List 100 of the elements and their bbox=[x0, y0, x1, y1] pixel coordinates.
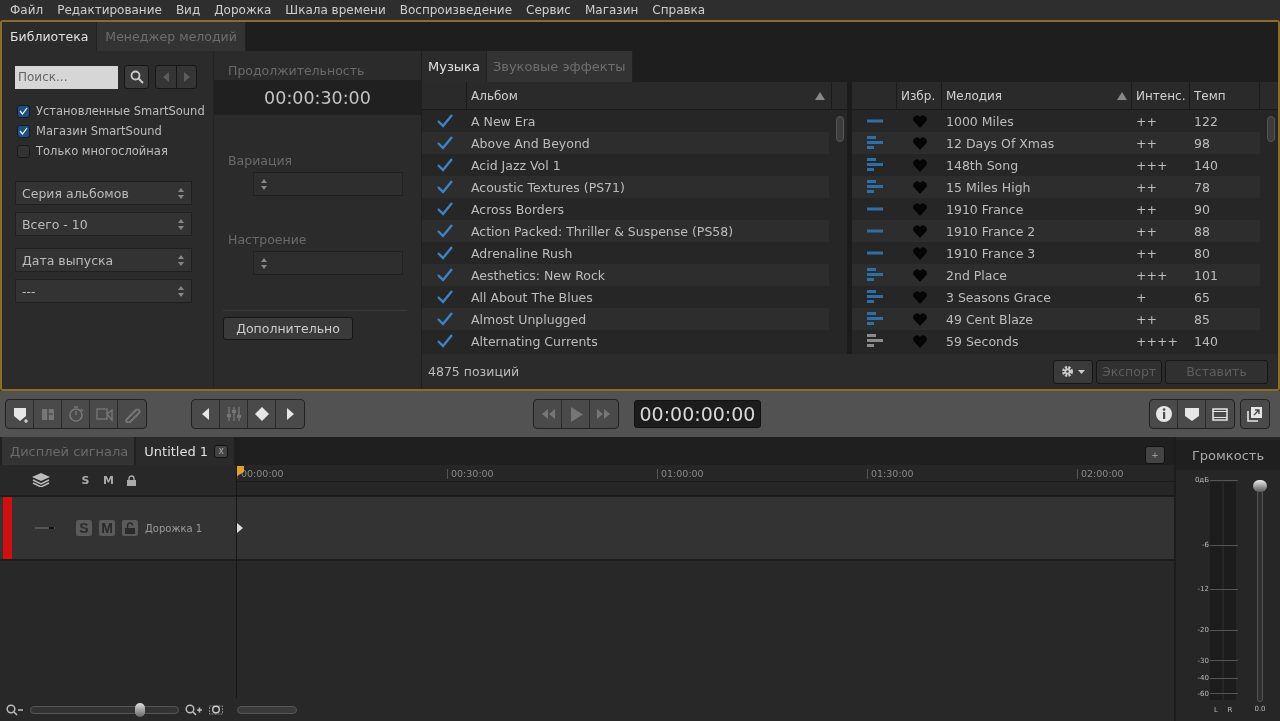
lock-button[interactable] bbox=[122, 520, 138, 536]
close-button[interactable]: x bbox=[214, 444, 229, 458]
marker-icon bbox=[1182, 405, 1201, 423]
spinner-arrows-icon bbox=[260, 177, 268, 191]
checkmark-icon bbox=[436, 312, 453, 326]
album-name[interactable]: Adrenaline Rush bbox=[467, 245, 577, 261]
intensity-cell-text: ++ bbox=[1135, 223, 1158, 239]
tempo-cell-text: 88 bbox=[1193, 223, 1211, 239]
search-icon bbox=[129, 70, 144, 84]
scrollbar-thumb[interactable] bbox=[1267, 116, 1275, 142]
melody-title[interactable]: 1000 Miles bbox=[942, 113, 1132, 129]
intensity-cell-text: + bbox=[1135, 289, 1148, 305]
info-icon bbox=[1154, 405, 1173, 423]
checkmark-icon bbox=[436, 158, 453, 172]
tempo-cell-text: 85 bbox=[1193, 311, 1211, 327]
menu-item[interactable]: Вид bbox=[168, 3, 208, 17]
spinner-arrows-icon bbox=[260, 256, 268, 270]
album-name[interactable]: Across Borders bbox=[467, 201, 569, 217]
spinner-arrows-icon bbox=[177, 186, 185, 200]
menu-item[interactable]: Сервис bbox=[519, 3, 578, 17]
menu-item[interactable]: Дорожка bbox=[207, 3, 279, 17]
zoom-fit-icon[interactable] bbox=[209, 703, 223, 716]
melody-title[interactable]: 2nd Place bbox=[942, 267, 1132, 283]
melody-title[interactable]: 12 Days Of Xmas bbox=[942, 135, 1132, 151]
settings-button[interactable] bbox=[1053, 359, 1093, 384]
spinner-arrows-icon bbox=[177, 253, 185, 267]
right-arrow-icon bbox=[183, 72, 190, 82]
timecode-display: 00:00:00:00 bbox=[634, 400, 761, 428]
zoom-slider[interactable] bbox=[30, 705, 179, 714]
melody-title[interactable]: 1910 France 3 bbox=[942, 245, 1132, 261]
solo-label: S bbox=[80, 473, 91, 487]
unlock-icon bbox=[125, 522, 135, 534]
panel-title: Громкость bbox=[1176, 440, 1280, 470]
checkmark-icon bbox=[436, 290, 453, 304]
dropdown[interactable]: Серия альбомов bbox=[15, 181, 192, 205]
field-label: Вариация bbox=[227, 153, 294, 168]
link-icon bbox=[123, 405, 141, 423]
ruler-label: 01:00:00 bbox=[657, 469, 867, 479]
checkbox[interactable] bbox=[17, 124, 30, 138]
album-name[interactable]: Alternating Currents bbox=[467, 333, 602, 349]
album-name[interactable]: All About The Blues bbox=[467, 289, 597, 305]
checkbox-label: Только многослойная bbox=[36, 144, 168, 158]
menu-item[interactable]: Справка bbox=[645, 3, 713, 17]
video-camera-icon bbox=[94, 405, 113, 423]
melody-title[interactable]: 1910 France bbox=[942, 201, 1132, 217]
sort-arrow-icon bbox=[815, 91, 825, 100]
checkbox[interactable] bbox=[17, 104, 30, 118]
dropdown[interactable]: Всего - 10 bbox=[15, 212, 192, 236]
menu-item[interactable]: Редактирование bbox=[50, 3, 169, 17]
menu-item[interactable]: Шкала времени bbox=[278, 3, 393, 17]
scrollbar[interactable] bbox=[237, 705, 297, 714]
checkmark-icon bbox=[436, 114, 453, 128]
column-header[interactable]: Темп bbox=[1190, 82, 1260, 109]
more-button[interactable]: Дополнительно bbox=[223, 317, 353, 340]
zoom-in-icon[interactable] bbox=[185, 703, 203, 716]
album-name[interactable]: A New Era bbox=[467, 113, 540, 129]
intensity-cell-text: ++++ bbox=[1135, 333, 1179, 349]
duration-display: 00:00:30:00 bbox=[214, 80, 421, 115]
menu-item[interactable]: Файл bbox=[3, 3, 51, 17]
zoom-out-icon[interactable] bbox=[6, 703, 24, 716]
volume-slider[interactable] bbox=[1253, 480, 1267, 702]
column-header[interactable]: Интенс. bbox=[1132, 82, 1190, 109]
intensity-cell-text: ++ bbox=[1135, 179, 1158, 195]
intensity-cell-text: +++ bbox=[1135, 267, 1169, 283]
intensity-cell-text: ++ bbox=[1135, 311, 1158, 327]
dropdown[interactable]: Дата выпуска bbox=[15, 248, 192, 272]
spinner-arrows-icon bbox=[177, 217, 185, 231]
melody-title[interactable]: 49 Cent Blaze bbox=[942, 311, 1132, 327]
melody-title[interactable]: 1910 France 2 bbox=[942, 223, 1132, 239]
panel-tab[interactable]: Библиотека bbox=[2, 22, 98, 51]
tempo-cell-text: 78 bbox=[1193, 179, 1211, 195]
column-header[interactable]: Мелодия bbox=[942, 82, 1132, 109]
checkbox[interactable] bbox=[17, 144, 30, 158]
checkmark-icon bbox=[436, 180, 453, 194]
menu-item[interactable]: Магазин bbox=[577, 3, 646, 17]
dropdown[interactable]: --- bbox=[15, 279, 192, 303]
slider-thumb[interactable] bbox=[134, 702, 145, 717]
melody-title[interactable]: 148th Song bbox=[942, 157, 1132, 173]
melody-title[interactable]: 15 Miles High bbox=[942, 179, 1132, 195]
scrollbar-thumb[interactable] bbox=[836, 116, 844, 142]
melody-title[interactable]: 59 Seconds bbox=[942, 333, 1132, 349]
timeline-tab[interactable]: Untitled 1 x bbox=[136, 437, 235, 465]
album-name[interactable]: Acid Jazz Vol 1 bbox=[467, 157, 565, 173]
checkmark-icon bbox=[436, 136, 453, 150]
caret-icon bbox=[1078, 369, 1085, 374]
field-label: Настроение bbox=[227, 232, 308, 247]
menu-item[interactable]: Воспроизведение bbox=[392, 3, 520, 17]
melody-title[interactable]: 3 Seasons Grace bbox=[942, 289, 1132, 305]
checkmark-icon bbox=[436, 246, 453, 260]
checkmark-icon bbox=[436, 268, 453, 282]
search-field[interactable]: Поиск... bbox=[15, 65, 118, 89]
slider-thumb[interactable] bbox=[1253, 480, 1267, 492]
tempo-cell-text: 80 bbox=[1193, 245, 1211, 261]
search-button[interactable] bbox=[124, 65, 149, 89]
settings-icon bbox=[1061, 365, 1074, 378]
field-label: Продолжительность bbox=[227, 63, 366, 78]
tempo-cell-text: 90 bbox=[1193, 201, 1211, 217]
column-header[interactable]: Избр. bbox=[897, 82, 942, 109]
tempo-cell-text: 65 bbox=[1193, 289, 1211, 305]
category-tab[interactable]: Музыка bbox=[422, 51, 487, 82]
